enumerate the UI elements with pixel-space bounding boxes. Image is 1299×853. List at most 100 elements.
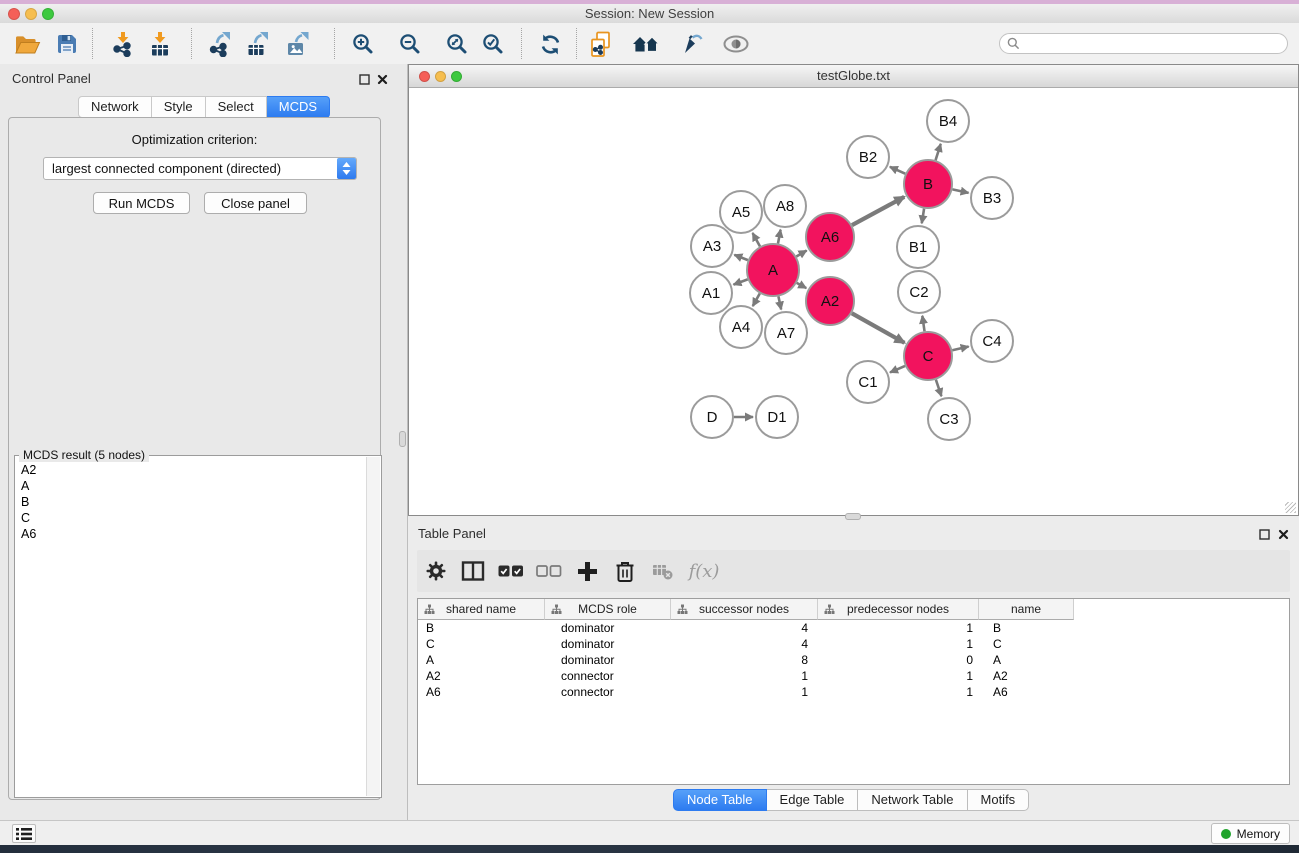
table-cell[interactable]: dominator — [545, 636, 671, 652]
search-field[interactable] — [999, 33, 1288, 54]
edge-A6-B[interactable] — [852, 197, 904, 225]
edge-A-A4[interactable] — [753, 294, 760, 307]
table-cell[interactable]: A2 — [418, 668, 545, 684]
table-cell[interactable]: 1 — [818, 684, 979, 700]
search-input[interactable] — [1024, 34, 1287, 53]
column-header-predecessor-nodes[interactable]: predecessor nodes — [818, 599, 979, 620]
mcds-result-item[interactable]: C — [21, 510, 365, 526]
select-all-icon[interactable] — [495, 555, 527, 587]
optimization-criterion-select[interactable]: largest connected component (directed) — [43, 157, 357, 180]
table-cell[interactable]: 1 — [818, 620, 979, 636]
zoom-selected-icon[interactable] — [476, 27, 510, 61]
table-cell[interactable]: A — [979, 652, 1074, 668]
column-header-name[interactable]: name — [979, 599, 1074, 620]
edge-A-A8[interactable] — [778, 230, 781, 244]
save-session-icon[interactable] — [50, 27, 84, 61]
vertical-splitter-grip[interactable] — [399, 431, 406, 447]
delete-table-icon[interactable] — [646, 555, 678, 587]
show-hide-graphics-details-icon[interactable] — [719, 27, 753, 61]
edge-C-C1[interactable] — [890, 366, 905, 373]
table-cell[interactable]: 1 — [818, 668, 979, 684]
show-hide-annotations-icon[interactable] — [675, 27, 709, 61]
function-builder-icon[interactable]: f(x) — [683, 555, 725, 587]
home-icon[interactable] — [630, 27, 664, 61]
export-network-icon[interactable] — [204, 27, 238, 61]
edge-B-B4[interactable] — [936, 144, 941, 160]
edge-A-A2[interactable] — [797, 283, 807, 288]
table-cell[interactable]: 0 — [818, 652, 979, 668]
zoom-out-icon[interactable] — [393, 27, 427, 61]
close-panel-button[interactable]: Close panel — [204, 192, 307, 214]
table-cell[interactable]: 4 — [671, 620, 818, 636]
float-panel-icon[interactable] — [357, 72, 371, 86]
close-traffic-light[interactable] — [8, 8, 20, 20]
edge-C-C3[interactable] — [936, 380, 942, 397]
close-panel-icon[interactable] — [375, 72, 389, 86]
edge-B-B1[interactable] — [922, 209, 924, 224]
show-column-icon[interactable] — [457, 555, 489, 587]
table-cell[interactable]: 1 — [818, 636, 979, 652]
add-row-icon[interactable] — [571, 555, 603, 587]
mcds-result-scrollbar[interactable] — [366, 457, 380, 796]
network-canvas[interactable]: B4B2BB3A8A5A6A3B1AA1C2A2A4A7C4CC1DD1C3 — [409, 88, 1298, 515]
table-cell[interactable]: connector — [545, 684, 671, 700]
table-cell[interactable]: A6 — [979, 684, 1074, 700]
column-header-shared-name[interactable]: shared name — [418, 599, 545, 620]
task-history-icon[interactable] — [12, 824, 36, 843]
table-cell[interactable]: 8 — [671, 652, 818, 668]
tab-edge-table[interactable]: Edge Table — [767, 789, 859, 811]
window-resize-grip[interactable] — [1285, 502, 1296, 513]
mcds-result-item[interactable]: A — [21, 478, 365, 494]
tab-mcds[interactable]: MCDS — [267, 96, 330, 118]
tab-network-table[interactable]: Network Table — [858, 789, 967, 811]
zoom-in-icon[interactable] — [346, 27, 380, 61]
minimize-traffic-light[interactable] — [435, 71, 446, 82]
float-panel-icon[interactable] — [1257, 527, 1271, 541]
edge-C-C4[interactable] — [952, 346, 968, 350]
edge-A2-C[interactable] — [852, 313, 905, 343]
mcds-result-item[interactable]: A2 — [21, 462, 365, 478]
edge-C-C2[interactable] — [922, 316, 924, 331]
maximize-traffic-light[interactable] — [42, 8, 54, 20]
import-network-icon[interactable] — [106, 27, 140, 61]
open-session-icon[interactable] — [10, 27, 44, 61]
settings-gear-icon[interactable] — [420, 555, 452, 587]
clone-network-icon[interactable] — [584, 27, 618, 61]
deselect-all-icon[interactable] — [533, 555, 565, 587]
table-cell[interactable]: A6 — [418, 684, 545, 700]
tab-node-table[interactable]: Node Table — [673, 789, 767, 811]
export-image-icon[interactable] — [282, 27, 316, 61]
tab-motifs[interactable]: Motifs — [968, 789, 1030, 811]
column-header-mcds-role[interactable]: MCDS role — [545, 599, 671, 620]
edge-A-A3[interactable] — [734, 255, 748, 260]
table-cell[interactable]: 1 — [671, 668, 818, 684]
export-table-icon[interactable] — [242, 27, 276, 61]
tab-select[interactable]: Select — [206, 96, 267, 118]
edge-A-A5[interactable] — [753, 233, 760, 246]
table-cell[interactable]: C — [418, 636, 545, 652]
table-cell[interactable]: dominator — [545, 620, 671, 636]
tab-network[interactable]: Network — [78, 96, 152, 118]
horizontal-splitter-grip[interactable] — [845, 513, 861, 520]
memory-button[interactable]: Memory — [1211, 823, 1290, 844]
table-cell[interactable]: B — [418, 620, 545, 636]
minimize-traffic-light[interactable] — [25, 8, 37, 20]
table-cell[interactable]: dominator — [545, 652, 671, 668]
edge-A-A7[interactable] — [778, 296, 781, 309]
column-header-successor-nodes[interactable]: successor nodes — [671, 599, 818, 620]
close-traffic-light[interactable] — [419, 71, 430, 82]
edge-B-B3[interactable] — [952, 189, 968, 193]
table-cell[interactable]: A — [418, 652, 545, 668]
delete-row-icon[interactable] — [609, 555, 641, 587]
zoom-fit-icon[interactable] — [440, 27, 474, 61]
import-table-icon[interactable] — [143, 27, 177, 61]
tab-style[interactable]: Style — [152, 96, 206, 118]
edge-B-B2[interactable] — [890, 167, 905, 174]
apply-layout-icon[interactable] — [533, 27, 567, 61]
edge-A-A6[interactable] — [796, 251, 806, 257]
table-cell[interactable]: B — [979, 620, 1074, 636]
table-cell[interactable]: 4 — [671, 636, 818, 652]
table-cell[interactable]: C — [979, 636, 1074, 652]
close-panel-icon[interactable] — [1276, 527, 1290, 541]
maximize-traffic-light[interactable] — [451, 71, 462, 82]
